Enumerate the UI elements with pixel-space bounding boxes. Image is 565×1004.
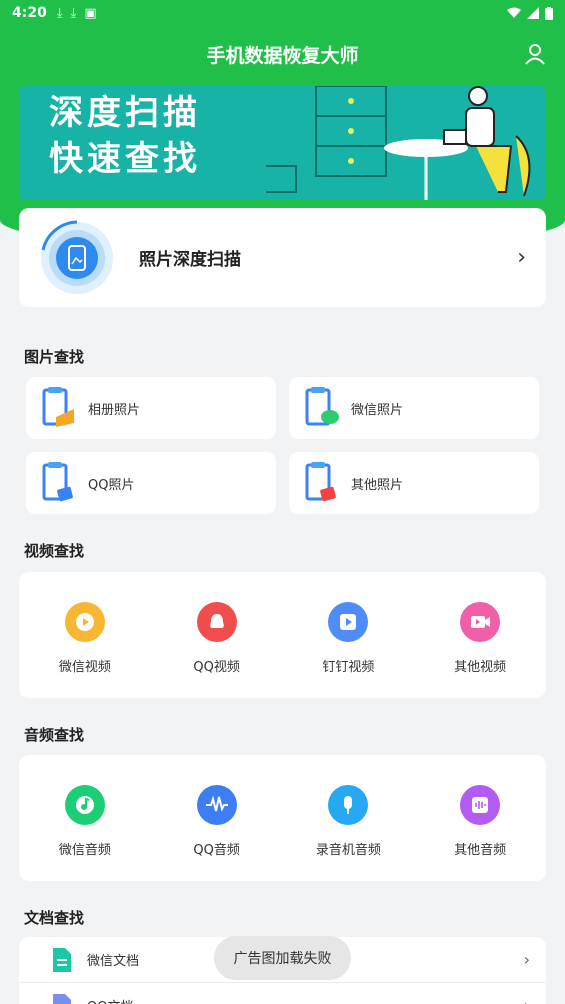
- qq-icon: [196, 602, 237, 642]
- tile-wechat-photos[interactable]: 微信照片: [289, 377, 539, 439]
- notification-icon: ▣: [84, 5, 97, 21]
- video-item-label: 钉钉视频: [322, 660, 375, 675]
- wechat-photo-icon: [303, 387, 339, 429]
- video-item-wechat[interactable]: 微信视频: [19, 572, 151, 698]
- promo-banner[interactable]: 深度扫描 快速查找: [19, 86, 546, 200]
- microphone-icon: [328, 785, 369, 825]
- section-title-photos: 图片查找: [24, 348, 85, 366]
- battery-icon: [545, 6, 553, 20]
- wifi-icon: [507, 7, 521, 18]
- audio-item-label: QQ音频: [193, 843, 240, 858]
- app-title: 手机数据恢复大师: [206, 44, 359, 67]
- audio-icon: [460, 785, 501, 825]
- audio-item-recorder[interactable]: 录音机音频: [283, 755, 415, 881]
- play-icon: [64, 602, 105, 642]
- video-item-label: 其他视频: [454, 660, 507, 675]
- audio-item-label: 其他音频: [454, 843, 507, 858]
- section-title-docs: 文档查找: [24, 909, 85, 927]
- audio-item-other[interactable]: 其他音频: [414, 755, 546, 881]
- title-bar: 手机数据恢复大师: [0, 28, 565, 80]
- toast-message: 广告图加载失败: [214, 936, 351, 980]
- doc-item-label: 微信文档: [87, 954, 140, 969]
- tile-label: QQ照片: [88, 477, 135, 493]
- tile-album-photos[interactable]: 相册照片: [26, 377, 276, 439]
- tile-label: 其他照片: [351, 477, 404, 493]
- doc-item-label: QQ文档: [87, 996, 133, 1004]
- chevron-right-icon: ›: [517, 245, 526, 270]
- video-item-qq[interactable]: QQ视频: [151, 572, 283, 698]
- tile-qq-photos[interactable]: QQ照片: [26, 452, 276, 514]
- scan-label: 照片深度扫描: [139, 250, 241, 270]
- status-time: 4:20: [12, 5, 47, 21]
- download-icon: ⤓: [70, 5, 77, 21]
- phone-scan-icon: [39, 220, 115, 296]
- music-icon: [64, 785, 105, 825]
- photo-deep-scan-card[interactable]: 照片深度扫描 ›: [19, 208, 546, 307]
- video-item-label: 微信视频: [58, 660, 111, 675]
- audio-item-label: 录音机音频: [315, 843, 381, 858]
- video-item-dingtalk[interactable]: 钉钉视频: [283, 572, 415, 698]
- audio-card: 微信音频 QQ音频 录音机音频 其他音频: [19, 755, 546, 881]
- video-item-other[interactable]: 其他视频: [414, 572, 546, 698]
- chevron-right-icon: ›: [523, 950, 530, 969]
- status-notification-icons: ⤓ ⤓ ▣: [57, 6, 97, 21]
- video-item-label: QQ视频: [193, 660, 240, 675]
- doc-item-qq[interactable]: QQ文档 ›: [19, 983, 546, 1004]
- download-icon: ⤓: [56, 5, 63, 21]
- chevron-right-icon: ›: [524, 996, 530, 1004]
- other-photo-icon: [303, 462, 339, 504]
- status-bar: 4:20 ⤓ ⤓ ▣: [0, 0, 565, 26]
- banner-illustration: [266, 86, 531, 200]
- waveform-icon: [196, 785, 237, 825]
- tile-label: 相册照片: [88, 402, 141, 418]
- banner-text: 深度扫描 快速查找: [49, 90, 201, 182]
- audio-item-wechat[interactable]: 微信音频: [19, 755, 151, 881]
- section-title-videos: 视频查找: [24, 542, 85, 560]
- tile-label: 微信照片: [351, 402, 404, 418]
- video-icon: [460, 602, 501, 642]
- play-icon: [328, 602, 369, 642]
- video-card: 微信视频 QQ视频 钉钉视频 其他视频: [19, 572, 546, 698]
- qq-photo-icon: [40, 462, 76, 504]
- document-icon: [53, 993, 71, 1004]
- audio-item-label: 微信音频: [58, 843, 111, 858]
- status-system-icons: [507, 6, 553, 20]
- banner-line-1: 深度扫描: [49, 93, 201, 133]
- audio-item-qq[interactable]: QQ音频: [151, 755, 283, 881]
- tile-other-photos[interactable]: 其他照片: [289, 452, 539, 514]
- signal-icon: [527, 7, 539, 19]
- album-photo-icon: [40, 387, 76, 429]
- user-profile-icon[interactable]: [523, 42, 547, 66]
- document-icon: [53, 947, 71, 972]
- section-title-audio: 音频查找: [24, 726, 85, 744]
- banner-line-2: 快速查找: [49, 139, 201, 179]
